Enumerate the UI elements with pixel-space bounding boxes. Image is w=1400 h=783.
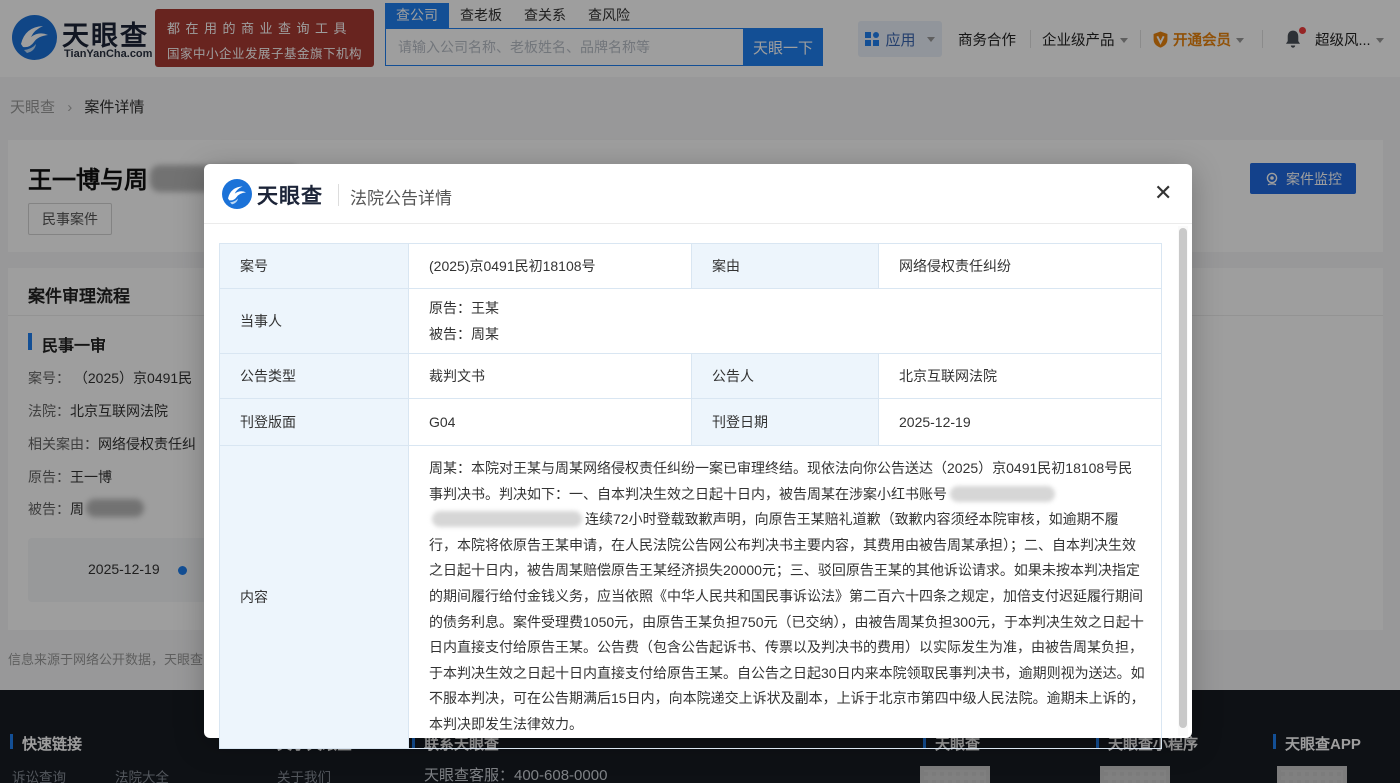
modal-logo-text: 天眼查 [257,180,323,210]
plaintiff-line: 原告：王某 [429,295,1147,321]
tianyancha-logo-icon [222,179,252,209]
modal-scrollbar-thumb[interactable] [1179,228,1187,728]
value-page: G04 [409,399,692,446]
close-icon[interactable]: ✕ [1154,180,1172,206]
defendant-line: 被告：周某 [429,321,1147,347]
table-row: 公告类型 裁判文书 公告人 北京互联网法院 [220,354,1162,399]
content-part2: 连续72小时登载致歉声明，向原告王某赔礼道歉（致歉内容须经本院审核，如逾期不履行… [429,511,1145,732]
label-parties: 当事人 [220,289,409,354]
label-case-number: 案号 [220,244,409,289]
announcement-table: 案号 (2025)京0491民初18108号 案由 网络侵权责任纠纷 当事人 原… [219,243,1162,749]
label-page: 刊登版面 [220,399,409,446]
label-publish-date: 刊登日期 [692,399,879,446]
redacted-account-blob [950,486,1055,502]
value-announcer: 北京互联网法院 [879,354,1162,399]
value-case-number: (2025)京0491民初18108号 [409,244,692,289]
value-parties: 原告：王某 被告：周某 [409,289,1162,354]
modal-title: 法院公告详情 [350,184,452,209]
divider [338,184,339,206]
table-row: 案号 (2025)京0491民初18108号 案由 网络侵权责任纠纷 [220,244,1162,289]
table-row: 刊登版面 G04 刊登日期 2025-12-19 [220,399,1162,446]
table-row: 内容 周某：本院对王某与周某网络侵权责任纠纷一案已审理终结。现依法向你公告送达（… [220,446,1162,749]
modal-scrollbar-track[interactable] [1178,226,1188,736]
value-publish-date: 2025-12-19 [879,399,1162,446]
value-cause: 网络侵权责任纠纷 [879,244,1162,289]
court-announcement-modal: 天眼查 法院公告详情 ✕ 案号 (2025)京0491民初18108号 案由 网… [204,164,1192,738]
label-content: 内容 [220,446,409,749]
label-announcer: 公告人 [692,354,879,399]
value-announcement-type: 裁判文书 [409,354,692,399]
redacted-account-blob [432,511,582,527]
label-cause: 案由 [692,244,879,289]
value-content: 周某：本院对王某与周某网络侵权责任纠纷一案已审理终结。现依法向你公告送达（202… [409,446,1162,749]
table-row: 当事人 原告：王某 被告：周某 [220,289,1162,354]
modal-header: 天眼查 法院公告详情 ✕ [204,164,1192,224]
label-announcement-type: 公告类型 [220,354,409,399]
